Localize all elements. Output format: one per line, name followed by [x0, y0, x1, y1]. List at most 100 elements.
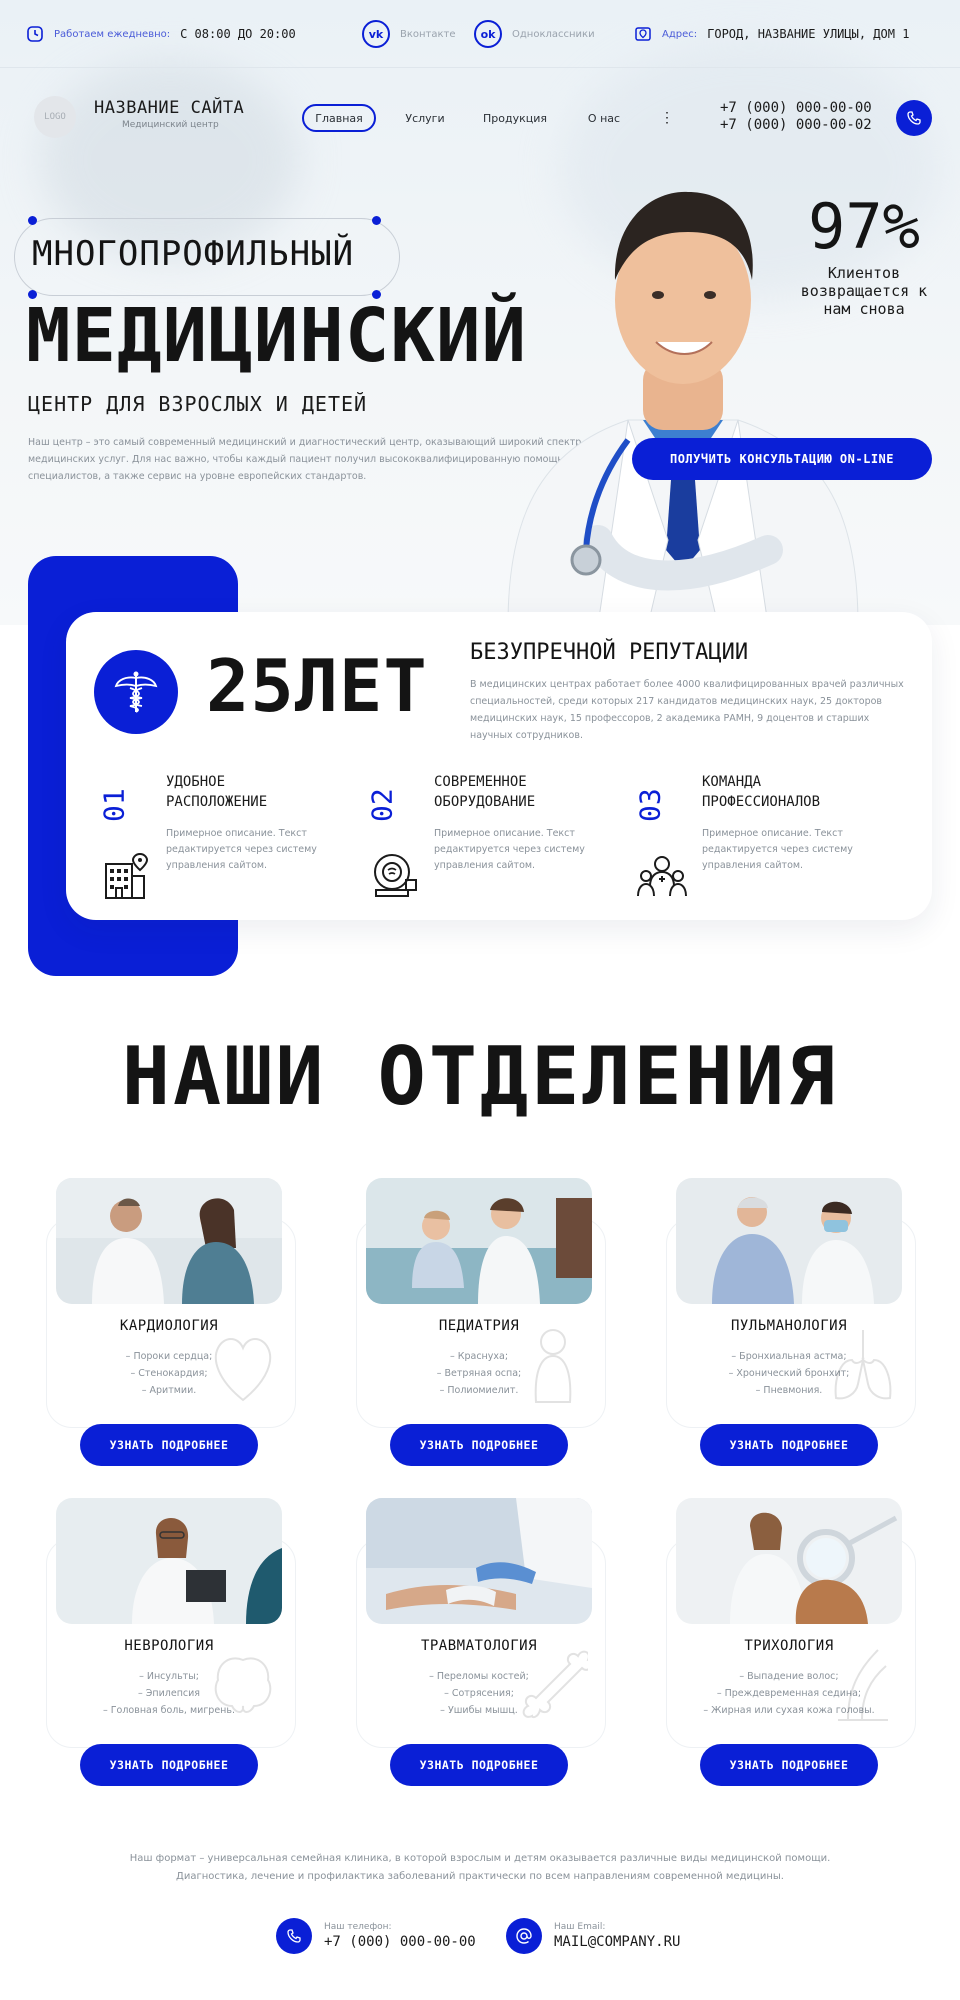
learn-more-button[interactable]: УЗНАТЬ ПОДРОБНЕЕ	[700, 1744, 878, 1786]
feature-title-line: РАСПОЛОЖЕНИЕ	[166, 794, 268, 810]
years-counter: 25ЛЕТ	[206, 644, 428, 728]
feature-title-line: УДОБНОЕ	[166, 774, 226, 790]
badge-dot	[372, 216, 381, 225]
stat-value: 97%	[808, 190, 920, 263]
clock-icon	[27, 26, 43, 42]
baby-icon	[534, 1329, 572, 1403]
caduceus-icon	[114, 671, 158, 713]
feature-text: Примерное описание. Текст редактируется …	[434, 828, 585, 871]
learn-more-button[interactable]: УЗНАТЬ ПОДРОБНЕЕ	[700, 1424, 878, 1466]
feature-number: 03	[633, 788, 667, 822]
pulmonology-image	[676, 1178, 902, 1304]
nav-link-services[interactable]: Услуги	[398, 104, 452, 132]
map-pin-icon	[635, 27, 651, 41]
vk-label: Вконтакте	[400, 28, 456, 40]
return-rate-stat: 97% Клиентов возвращается к нам снова	[784, 190, 944, 319]
phone-1[interactable]: +7 (000) 000-00-00	[720, 100, 872, 117]
traumatology-photo	[366, 1498, 592, 1624]
odnoklassniki-icon: ok	[474, 20, 502, 48]
email-label: Наш Email:	[554, 1922, 606, 1932]
footer-description: Наш формат – универсальная семейная клин…	[60, 1850, 900, 1886]
heart-icon	[214, 1338, 272, 1402]
feature-title-line: ОБОРУДОВАНИЕ	[434, 794, 536, 810]
footer-text-line: Наш формат – универсальная семейная клин…	[129, 1853, 831, 1864]
hero-title-line3: ЦЕНТР ДЛЯ ВЗРОСЛЫХ И ДЕТЕЙ	[28, 392, 368, 416]
logo[interactable]: LOGO	[34, 96, 76, 138]
feature-location: 01 УДОБНОЕ РАСПОЛОЖЕНИЕ Примерное описан…	[97, 772, 350, 902]
phone-value[interactable]: +7 (000) 000-00-00	[324, 1934, 476, 1950]
ok-label: Одноклассники	[512, 28, 595, 40]
feature-title-line: СОВРЕМЕННОЕ	[434, 774, 527, 790]
site-name[interactable]: НАЗВАНИЕ САЙТА	[94, 98, 244, 118]
department-card: КАРДИОЛОГИЯ – Пороки сердца; – Стенокард…	[46, 1178, 296, 1478]
feature-text: Примерное описание. Текст редактируется …	[166, 828, 317, 871]
address: Адрес: ГОРОД, НАЗВАНИЕ УЛИЦЫ, ДОМ 1	[634, 0, 909, 68]
hours-value: С 08:00 ДО 20:00	[180, 27, 296, 41]
feature-text: Примерное описание. Текст редактируется …	[702, 828, 853, 871]
department-card: НЕВРОЛОГИЯ – Инсульты; – Эпилепсия – Гол…	[46, 1498, 296, 1798]
hero-title-line2: МЕДИЦИНСКИЙ	[26, 293, 528, 379]
nav-link-home[interactable]: Главная	[302, 104, 376, 132]
site-subtitle: Медицинский центр	[122, 120, 219, 130]
hero-title-line1: МНОГОПРОФИЛЬНЫЙ	[32, 234, 355, 274]
department-card: ТРИХОЛОГИЯ – Выпадение волос; – Преждевр…	[666, 1498, 916, 1798]
learn-more-button[interactable]: УЗНАТЬ ПОДРОБНЕЕ	[80, 1744, 258, 1786]
email-icon-badge	[506, 1918, 542, 1954]
phone-label: Наш телефон:	[324, 1922, 392, 1932]
medical-team-icon	[637, 856, 687, 897]
top-bar: Работаем ежедневно: С 08:00 ДО 20:00 vk …	[0, 0, 960, 68]
reputation-title: БЕЗУПРЕЧНОЙ РЕПУТАЦИИ	[470, 640, 749, 665]
learn-more-button[interactable]: УЗНАТЬ ПОДРОБНЕЕ	[390, 1424, 568, 1466]
departments-title: НАШИ ОТДЕЛЕНИЯ	[121, 1030, 839, 1123]
footer-text-line: Диагностика, лечение и профилактика забо…	[176, 1871, 784, 1882]
caduceus-badge	[94, 650, 178, 734]
mri-scanner-icon	[374, 854, 417, 897]
cardiology-photo	[56, 1178, 282, 1304]
vk-icon: vk	[362, 20, 390, 48]
lungs-icon	[834, 1330, 892, 1400]
hero-section: Работаем ежедневно: С 08:00 ДО 20:00 vk …	[0, 0, 960, 625]
consultation-button[interactable]: ПОЛУЧИТЬ КОНСУЛЬТАЦИЮ ON-LINE	[632, 438, 932, 480]
pediatrics-photo	[366, 1178, 592, 1304]
department-card: ПЕДИАТРИЯ – Краснуха; – Ветряная оспа; –…	[356, 1178, 606, 1478]
phone-icon	[287, 1929, 301, 1943]
address-label: Адрес:	[662, 28, 698, 40]
stat-text: Клиентов возвращается к нам снова	[800, 264, 928, 318]
neurology-image	[56, 1498, 282, 1624]
trichology-image	[676, 1498, 902, 1624]
hospital-building-icon	[105, 852, 149, 899]
reputation-text: В медицинских центрах работает более 400…	[470, 679, 904, 741]
footer-email[interactable]: Наш Email: MAIL@COMPANY.RU	[506, 1918, 680, 1954]
feature-team: 03 КОМАНДА ПРОФЕССИОНАЛОВ Примерное опис…	[633, 772, 886, 902]
feature-title-line: КОМАНДА	[702, 774, 762, 790]
bone-icon	[522, 1650, 588, 1719]
call-button[interactable]	[896, 100, 932, 136]
feature-title: СОВРЕМЕННОЕ ОБОРУДОВАНИЕ	[434, 772, 535, 812]
feature-equipment: 02 СОВРЕМЕННОЕ ОБОРУДОВАНИЕ Примерное оп…	[366, 772, 618, 902]
department-card: ПУЛЬМАНОЛОГИЯ – Бронхиальная астма; – Хр…	[666, 1178, 916, 1478]
hours-label: Работаем ежедневно:	[54, 28, 171, 40]
hair-follicle-icon	[838, 1649, 888, 1721]
footer-phone[interactable]: Наш телефон: +7 (000) 000-00-00	[276, 1918, 476, 1954]
brain-icon	[214, 1657, 272, 1713]
phone-icon	[907, 111, 921, 125]
email-value[interactable]: MAIL@COMPANY.RU	[554, 1934, 680, 1950]
vk-link[interactable]: vk Вконтакте	[362, 0, 456, 68]
phone-icon-badge	[276, 1918, 312, 1954]
email-icon	[516, 1928, 532, 1944]
feature-title: УДОБНОЕ РАСПОЛОЖЕНИЕ	[166, 772, 267, 812]
about-card: 25ЛЕТ БЕЗУПРЕЧНОЙ РЕПУТАЦИИ В медицински…	[66, 612, 932, 920]
pediatrics-image	[366, 1178, 592, 1304]
department-card: ТРАВМАТОЛОГИЯ – Переломы костей; – Сотря…	[356, 1498, 606, 1798]
learn-more-button[interactable]: УЗНАТЬ ПОДРОБНЕЕ	[80, 1424, 258, 1466]
feature-title: КОМАНДА ПРОФЕССИОНАЛОВ	[702, 772, 820, 812]
badge-dot	[28, 216, 37, 225]
cardiology-image	[56, 1178, 282, 1304]
feature-title-line: ПРОФЕССИОНАЛОВ	[702, 794, 821, 810]
learn-more-button[interactable]: УЗНАТЬ ПОДРОБНЕЕ	[390, 1744, 568, 1786]
ok-link[interactable]: ok Одноклассники	[474, 0, 595, 68]
working-hours: Работаем ежедневно: С 08:00 ДО 20:00	[26, 0, 296, 68]
address-value: ГОРОД, НАЗВАНИЕ УЛИЦЫ, ДОМ 1	[707, 27, 910, 41]
traumatology-image	[366, 1498, 592, 1624]
feature-number: 01	[97, 788, 131, 822]
